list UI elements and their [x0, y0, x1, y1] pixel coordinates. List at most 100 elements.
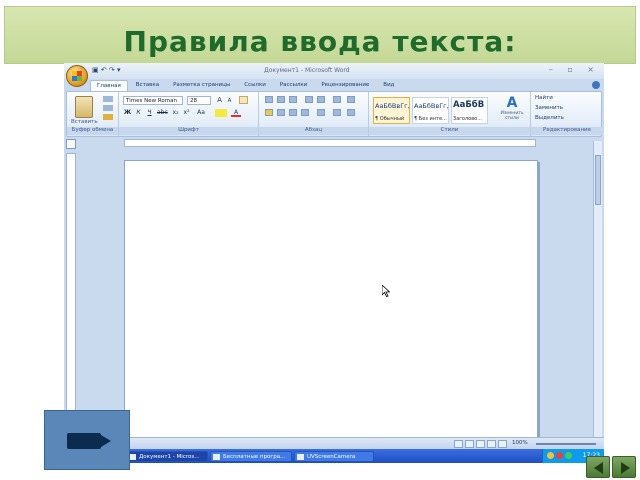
tab-mailings[interactable]: Рассылки: [274, 80, 314, 91]
document-icon: [129, 454, 136, 460]
zoom-slider[interactable]: [536, 443, 596, 445]
numbering-icon[interactable]: [277, 96, 285, 103]
shading-icon[interactable]: [333, 109, 341, 116]
format-painter-icon[interactable]: [103, 114, 113, 120]
draft-icon[interactable]: [498, 440, 507, 448]
align-right-icon[interactable]: [289, 109, 297, 116]
tray-icon[interactable]: [556, 452, 563, 459]
vertical-ruler[interactable]: [66, 153, 76, 443]
italic-button[interactable]: К: [134, 109, 143, 117]
group-label-clipboard: Буфер обмена: [67, 127, 118, 135]
line-spacing-icon[interactable]: [317, 109, 325, 116]
full-screen-icon[interactable]: [465, 440, 474, 448]
change-styles-label: Изменить стили: [500, 111, 524, 121]
ribbon: Вставить Буфер обмена Times New Roman 28…: [66, 91, 603, 137]
style-no-spacing[interactable]: АаБбВвГг, ¶ Без инте...: [412, 97, 449, 124]
tab-view[interactable]: Вид: [377, 80, 400, 91]
tab-review[interactable]: Рецензирование: [315, 80, 375, 91]
paste-label[interactable]: Вставить: [71, 119, 98, 125]
web-layout-icon[interactable]: [476, 440, 485, 448]
taskbar-screencam[interactable]: UVScreenCamera: [294, 451, 374, 462]
font-size-select[interactable]: 28: [187, 96, 211, 105]
view-buttons: [454, 440, 507, 448]
tray-icon[interactable]: [565, 452, 572, 459]
change-styles-button[interactable]: A Изменить стили: [497, 95, 527, 125]
underline-button[interactable]: Ч: [145, 109, 154, 117]
group-editing: Найти Заменить Выделить Редактирование: [531, 92, 603, 136]
group-label-editing: Редактирование: [531, 127, 603, 135]
prev-slide-button[interactable]: [586, 456, 610, 478]
document-page[interactable]: [124, 160, 538, 450]
status-bar: 100%: [64, 437, 604, 449]
decrease-indent-icon[interactable]: [305, 96, 313, 103]
camera-icon: [67, 433, 101, 449]
increase-indent-icon[interactable]: [317, 96, 325, 103]
style-sample: АаБбВвГг,: [414, 102, 449, 110]
align-left-icon[interactable]: [265, 109, 273, 116]
style-heading[interactable]: АаБбВ Заголово...: [451, 97, 488, 124]
style-name: Заголово...: [453, 116, 482, 122]
group-label-paragraph: Абзац: [259, 127, 368, 135]
style-sample: АаБбВ: [453, 100, 485, 110]
justify-icon[interactable]: [301, 109, 309, 116]
subscript-icon[interactable]: x₂: [171, 109, 180, 117]
shrink-font-button[interactable]: A: [225, 97, 234, 105]
scrollbar-thumb[interactable]: [595, 155, 601, 205]
paste-icon[interactable]: [75, 96, 93, 118]
multilevel-list-icon[interactable]: [289, 96, 297, 103]
tab-selector-icon[interactable]: [66, 139, 76, 149]
office-button[interactable]: [66, 65, 88, 87]
next-slide-button[interactable]: [612, 456, 636, 478]
superscript-icon[interactable]: x²: [182, 109, 191, 117]
bold-button[interactable]: Ж: [123, 109, 132, 117]
window-caption: Документ1 - Microsoft Word: [264, 67, 350, 74]
vertical-scrollbar[interactable]: [593, 141, 602, 451]
windows-taskbar: Документ1 - Micros... Бесплатные програ.…: [64, 449, 604, 463]
borders-icon[interactable]: [347, 109, 355, 116]
quick-access-toolbar[interactable]: ▣ ↶ ↷ ▾: [92, 66, 121, 74]
find-button[interactable]: Найти: [535, 95, 553, 101]
change-case-button[interactable]: Aa: [195, 109, 207, 117]
group-paragraph: Абзац: [259, 92, 369, 136]
font-name-select[interactable]: Times New Roman: [123, 96, 183, 105]
style-name: ¶ Обычный: [375, 116, 405, 122]
group-clipboard: Вставить Буфер обмена: [67, 92, 119, 136]
tab-page-layout[interactable]: Разметка страницы: [167, 80, 236, 91]
grow-font-button[interactable]: A: [215, 96, 224, 104]
select-button[interactable]: Выделить: [535, 115, 564, 121]
sort-icon[interactable]: [333, 96, 341, 103]
font-color-button[interactable]: A: [231, 109, 241, 117]
horizontal-ruler[interactable]: [124, 139, 536, 147]
style-sample: АаБбВвГг,: [375, 102, 410, 110]
title-band: Правила ввода текста:: [4, 6, 636, 64]
show-marks-icon[interactable]: [347, 96, 355, 103]
copy-icon[interactable]: [103, 105, 113, 111]
tab-references[interactable]: Ссылки: [238, 80, 272, 91]
zoom-level[interactable]: 100%: [512, 440, 528, 446]
taskbar-word[interactable]: Документ1 - Micros...: [126, 451, 208, 462]
office-logo-icon: [72, 71, 82, 81]
cut-icon[interactable]: [103, 96, 113, 102]
taskbar-label: UVScreenCamera: [307, 454, 356, 460]
taskbar-browser[interactable]: Бесплатные програ...: [210, 451, 292, 462]
style-normal[interactable]: АаБбВвГг, ¶ Обычный: [373, 97, 410, 124]
bullets-icon[interactable]: [265, 96, 273, 103]
arrow-right-icon: [621, 462, 630, 474]
print-layout-icon[interactable]: [454, 440, 463, 448]
tab-home[interactable]: Главная: [90, 80, 128, 91]
media-button[interactable]: [44, 410, 130, 470]
help-icon[interactable]: [592, 81, 600, 89]
highlight-icon[interactable]: [215, 109, 227, 117]
replace-button[interactable]: Заменить: [535, 105, 563, 111]
tray-icon[interactable]: [547, 452, 554, 459]
strikethrough-icon[interactable]: abc: [157, 109, 168, 117]
outline-icon[interactable]: [487, 440, 496, 448]
window-controls[interactable]: – ▫ ×: [549, 65, 600, 74]
clear-format-icon[interactable]: [239, 96, 248, 104]
tab-insert[interactable]: Вставка: [130, 80, 165, 91]
align-center-icon[interactable]: [277, 109, 285, 116]
change-styles-icon: A: [506, 95, 518, 111]
ribbon-tabs: Главная Вставка Разметка страницы Ссылки…: [90, 80, 604, 91]
screencam-icon: [297, 454, 304, 460]
group-font: Times New Roman 28 A A Ж К Ч abc x₂ x² A…: [119, 92, 259, 136]
